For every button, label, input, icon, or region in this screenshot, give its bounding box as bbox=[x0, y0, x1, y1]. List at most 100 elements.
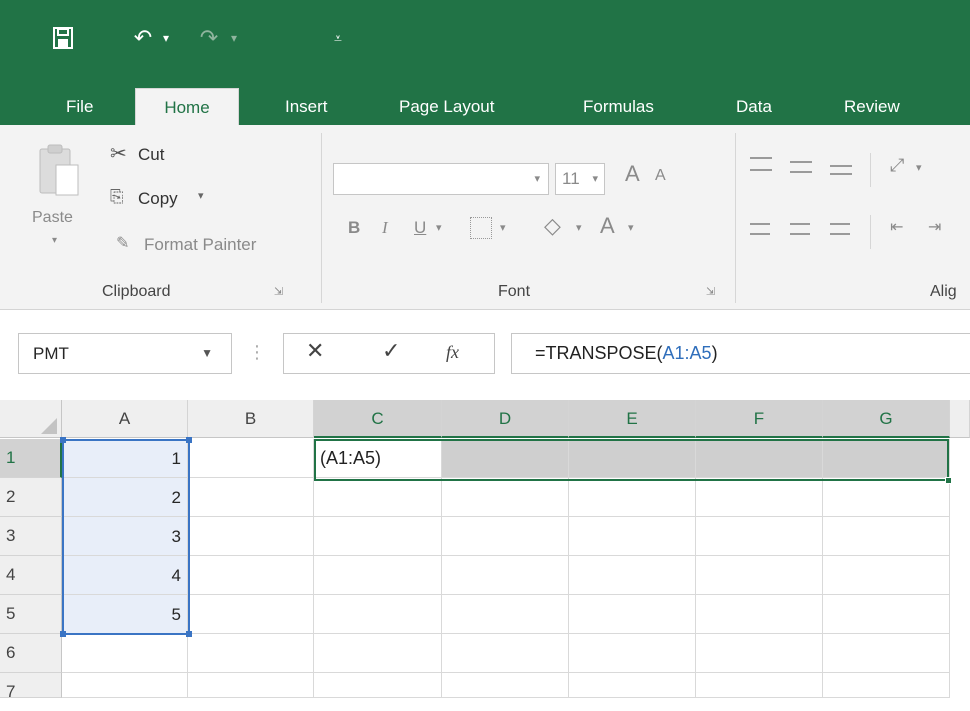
cell-g1[interactable] bbox=[823, 439, 950, 478]
cell-e6[interactable] bbox=[569, 634, 696, 673]
cell-d6[interactable] bbox=[442, 634, 569, 673]
cell-g7[interactable] bbox=[823, 673, 950, 698]
cell-a3[interactable]: 3 bbox=[62, 517, 188, 556]
cell-c6[interactable] bbox=[314, 634, 442, 673]
cell-f2[interactable] bbox=[696, 478, 823, 517]
font-launcher-icon[interactable]: ⇲ bbox=[706, 285, 715, 298]
cell-g6[interactable] bbox=[823, 634, 950, 673]
undo-icon[interactable]: ↶ bbox=[128, 20, 158, 56]
decrease-indent-icon[interactable]: ⇤ bbox=[890, 217, 903, 237]
cell-f6[interactable] bbox=[696, 634, 823, 673]
cell-b6[interactable] bbox=[188, 634, 314, 673]
redo-dropdown-icon[interactable]: ▾ bbox=[226, 20, 242, 56]
underline-dropdown-icon[interactable]: ▾ bbox=[436, 221, 442, 234]
paste-button[interactable]: Paste ▾ bbox=[30, 139, 90, 249]
borders-dropdown-icon[interactable]: ▾ bbox=[500, 221, 506, 234]
underline-button[interactable]: U bbox=[414, 218, 426, 238]
cell-g5[interactable] bbox=[823, 595, 950, 634]
cell-b1[interactable] bbox=[188, 439, 314, 478]
cut-button[interactable]: ✂ Cut bbox=[110, 139, 200, 169]
row-header-1[interactable]: 1 bbox=[0, 439, 62, 478]
cell-c2[interactable] bbox=[314, 478, 442, 517]
font-name-box[interactable]: ▾ bbox=[333, 163, 549, 195]
cell-f1[interactable] bbox=[696, 439, 823, 478]
tab-formulas[interactable]: Formulas bbox=[571, 88, 666, 125]
cell-a2[interactable]: 2 bbox=[62, 478, 188, 517]
align-center-icon[interactable] bbox=[790, 223, 810, 235]
cell-g4[interactable] bbox=[823, 556, 950, 595]
cell-c3[interactable] bbox=[314, 517, 442, 556]
cell-c4[interactable] bbox=[314, 556, 442, 595]
middle-align-icon[interactable] bbox=[790, 161, 812, 173]
cell-g2[interactable] bbox=[823, 478, 950, 517]
cell-d3[interactable] bbox=[442, 517, 569, 556]
cell-b5[interactable] bbox=[188, 595, 314, 634]
row-header-6[interactable]: 6 bbox=[0, 634, 62, 673]
font-name-dropdown-icon[interactable]: ▾ bbox=[534, 172, 540, 185]
column-header-f[interactable]: F bbox=[696, 400, 823, 438]
format-painter-button[interactable]: ✎ Format Painter bbox=[116, 229, 316, 259]
align-left-icon[interactable] bbox=[750, 223, 770, 235]
copy-button[interactable]: ⎘ Copy ▾ bbox=[110, 183, 240, 213]
row-header-4[interactable]: 4 bbox=[0, 556, 62, 595]
column-header-g[interactable]: G bbox=[823, 400, 950, 438]
tab-data[interactable]: Data bbox=[724, 88, 784, 125]
customize-toolbar-icon[interactable]: ⩡ bbox=[328, 20, 348, 56]
fill-color-icon[interactable]: ◇ bbox=[544, 213, 561, 239]
row-header-5[interactable]: 5 bbox=[0, 595, 62, 634]
top-align-icon[interactable] bbox=[750, 157, 772, 171]
tab-home[interactable]: Home bbox=[135, 88, 239, 125]
align-right-icon[interactable] bbox=[830, 223, 850, 235]
increase-indent-icon[interactable]: ⇥ bbox=[928, 217, 941, 237]
column-header-h[interactable] bbox=[950, 400, 970, 438]
cell-f4[interactable] bbox=[696, 556, 823, 595]
cell-b4[interactable] bbox=[188, 556, 314, 595]
font-color-dropdown-icon[interactable]: ▾ bbox=[628, 221, 634, 234]
shrink-font-button[interactable]: A bbox=[655, 167, 666, 185]
fill-color-dropdown-icon[interactable]: ▾ bbox=[576, 221, 582, 234]
font-size-dropdown-icon[interactable]: ▾ bbox=[592, 172, 598, 185]
tab-review[interactable]: Review bbox=[832, 88, 912, 125]
cell-d4[interactable] bbox=[442, 556, 569, 595]
cell-d5[interactable] bbox=[442, 595, 569, 634]
orientation-icon[interactable]: ⤢ bbox=[890, 155, 904, 176]
row-header-2[interactable]: 2 bbox=[0, 478, 62, 517]
cell-f7[interactable] bbox=[696, 673, 823, 698]
clipboard-launcher-icon[interactable]: ⇲ bbox=[274, 285, 283, 298]
orientation-dropdown-icon[interactable]: ▾ bbox=[916, 161, 922, 174]
name-box[interactable]: PMT ▼ bbox=[18, 333, 232, 374]
grow-font-button[interactable]: A bbox=[625, 161, 640, 187]
column-header-e[interactable]: E bbox=[569, 400, 696, 438]
select-all-corner[interactable] bbox=[0, 400, 62, 438]
cell-e3[interactable] bbox=[569, 517, 696, 556]
cell-c7[interactable] bbox=[314, 673, 442, 698]
cell-e4[interactable] bbox=[569, 556, 696, 595]
cell-c5[interactable] bbox=[314, 595, 442, 634]
row-header-3[interactable]: 3 bbox=[0, 517, 62, 556]
cell-e7[interactable] bbox=[569, 673, 696, 698]
cell-e1[interactable] bbox=[569, 439, 696, 478]
cell-c1-editing[interactable]: (A1:A5) bbox=[314, 439, 442, 478]
font-size-box[interactable]: 11 ▾ bbox=[555, 163, 605, 195]
worksheet-grid[interactable]: A B C D E F G 1 2 3 4 5 6 7 1 2 3 4 5 (A… bbox=[0, 400, 970, 701]
cell-b3[interactable] bbox=[188, 517, 314, 556]
cell-e5[interactable] bbox=[569, 595, 696, 634]
column-header-a[interactable]: A bbox=[62, 400, 188, 438]
undo-dropdown-icon[interactable]: ▾ bbox=[158, 20, 174, 56]
column-header-b[interactable]: B bbox=[188, 400, 314, 438]
formula-input[interactable]: =TRANSPOSE(A1:A5) bbox=[511, 333, 970, 374]
row-header-7[interactable]: 7 bbox=[0, 673, 62, 701]
cell-a5[interactable]: 5 bbox=[62, 595, 188, 634]
cell-a7[interactable] bbox=[62, 673, 188, 698]
cell-f3[interactable] bbox=[696, 517, 823, 556]
italic-button[interactable]: I bbox=[382, 218, 388, 238]
cell-g3[interactable] bbox=[823, 517, 950, 556]
cell-f5[interactable] bbox=[696, 595, 823, 634]
cell-d2[interactable] bbox=[442, 478, 569, 517]
cell-a4[interactable]: 4 bbox=[62, 556, 188, 595]
cell-b2[interactable] bbox=[188, 478, 314, 517]
redo-icon[interactable]: ↷ bbox=[194, 20, 224, 56]
column-header-d[interactable]: D bbox=[442, 400, 569, 438]
cell-a6[interactable] bbox=[62, 634, 188, 673]
save-icon[interactable] bbox=[46, 20, 80, 56]
